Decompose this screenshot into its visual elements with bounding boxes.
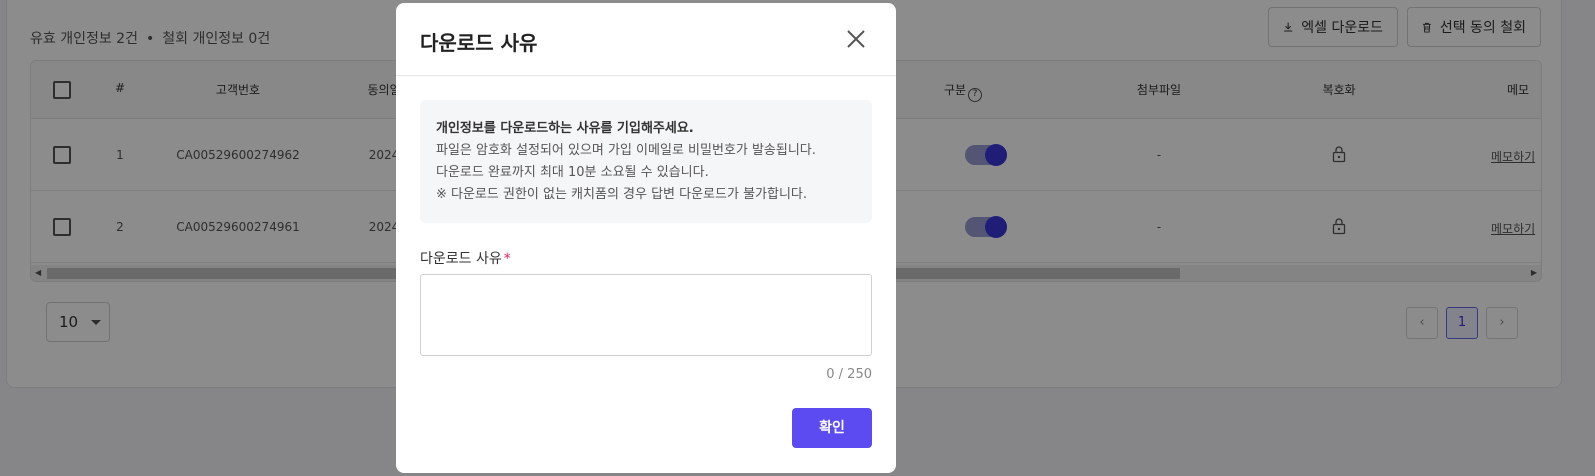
reason-textarea[interactable] — [420, 274, 872, 356]
modal-title: 다운로드 사유 — [420, 31, 538, 55]
char-counter: 0 / 250 — [826, 367, 872, 382]
info-box: 개인정보를 다운로드하는 사유를 기입해주세요. 파일은 암호화 설정되어 있으… — [420, 100, 872, 223]
modal-divider — [396, 75, 896, 76]
info-line: ※ 다운로드 권한이 없는 캐치폼의 경우 답변 다운로드가 불가합니다. — [436, 187, 808, 202]
info-line: 파일은 암호화 설정되어 있으며 가입 이메일로 비밀번호가 발송됩니다. — [436, 143, 816, 158]
confirm-button[interactable]: 확인 — [792, 408, 872, 448]
reason-label-text: 다운로드 사유 — [420, 251, 502, 267]
info-heading: 개인정보를 다운로드하는 사유를 기입해주세요. — [436, 121, 694, 136]
download-reason-modal: 다운로드 사유 개인정보를 다운로드하는 사유를 기입해주세요. 파일은 암호화… — [396, 3, 896, 473]
close-icon[interactable] — [844, 27, 868, 51]
reason-label: 다운로드 사유 * — [420, 248, 511, 268]
info-line: 다운로드 완료까지 최대 10분 소요될 수 있습니다. — [436, 165, 709, 180]
required-mark: * — [503, 251, 511, 267]
